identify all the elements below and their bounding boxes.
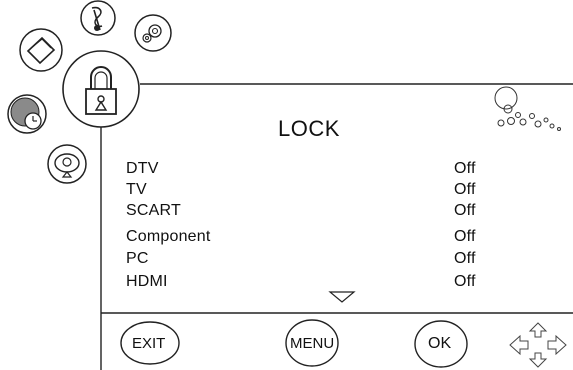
- direction-pad-icon[interactable]: [506, 321, 570, 369]
- menu-row-value: Off: [454, 228, 476, 245]
- menu-row-dtv[interactable]: DTV Off: [126, 160, 526, 180]
- menu-row-label: SCART: [126, 202, 181, 219]
- menu-row-label: TV: [126, 181, 147, 198]
- menu-row-value: Off: [454, 250, 476, 267]
- picture-icon[interactable]: [18, 27, 64, 73]
- ok-button[interactable]: OK: [428, 335, 451, 353]
- music-icon[interactable]: [78, 0, 118, 40]
- menu-row-tv[interactable]: TV Off: [126, 181, 526, 201]
- menu-row-pc[interactable]: PC Off: [126, 250, 526, 270]
- clock-icon[interactable]: [6, 93, 48, 135]
- settings-icon[interactable]: [133, 13, 173, 53]
- menu-row-label: PC: [126, 250, 149, 267]
- menu-row-value: Off: [454, 273, 476, 290]
- menu-row-scart[interactable]: SCART Off: [126, 202, 526, 222]
- menu-row-hdmi[interactable]: HDMI Off: [126, 273, 526, 293]
- menu-row-value: Off: [454, 181, 476, 198]
- channel-icon[interactable]: [46, 143, 88, 185]
- bubbles-icon: [494, 86, 561, 131]
- menu-row-value: Off: [454, 160, 476, 177]
- scroll-down-icon[interactable]: [328, 290, 356, 304]
- exit-button[interactable]: EXIT: [132, 335, 165, 352]
- menu-button[interactable]: MENU: [290, 335, 334, 352]
- menu-row-label: HDMI: [126, 273, 168, 290]
- lock-icon[interactable]: [61, 49, 141, 129]
- menu-row-label: DTV: [126, 160, 159, 177]
- menu-row-label: Component: [126, 228, 211, 245]
- menu-row-component[interactable]: Component Off: [126, 228, 526, 248]
- page-title: LOCK: [278, 116, 340, 141]
- menu-row-value: Off: [454, 202, 476, 219]
